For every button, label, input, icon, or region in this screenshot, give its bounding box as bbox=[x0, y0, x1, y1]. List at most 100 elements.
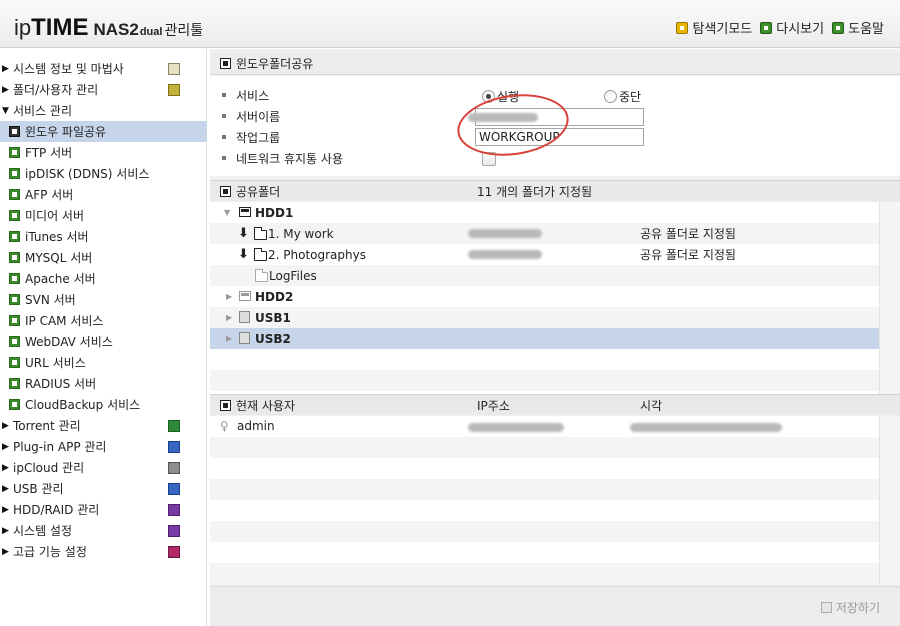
user-row-empty bbox=[210, 458, 879, 479]
service-icon bbox=[9, 168, 20, 179]
save-icon bbox=[820, 602, 832, 613]
expand-arrow-icon: ▶ bbox=[2, 441, 9, 452]
refresh-link[interactable]: 다시보기 bbox=[760, 18, 824, 37]
tree-row-empty bbox=[210, 349, 879, 370]
setting-service-row: 서비스 bbox=[222, 85, 269, 105]
download-icon: ⬇ bbox=[238, 247, 249, 262]
sidebar-item-svn[interactable]: SVN 서버 bbox=[0, 289, 207, 310]
user-icon bbox=[220, 399, 231, 411]
tree-row-usb1[interactable]: ▶ USB1 bbox=[210, 307, 879, 328]
sidebar-item-label: HDD/RAID 관리 bbox=[13, 503, 100, 517]
tree-row-name: LogFiles bbox=[269, 268, 317, 283]
tree-row-my-work[interactable]: ⬇ 1. My work 공유 폴더로 지정됨 bbox=[210, 223, 879, 244]
tree-row-name: 1. My work bbox=[268, 226, 334, 241]
user-row-empty bbox=[210, 500, 879, 521]
sidebar-item-label: 미디어 서버 bbox=[25, 209, 85, 223]
sidebar-item-label: 윈도우 파일공유 bbox=[25, 125, 107, 139]
tree-row-name: HDD2 bbox=[255, 289, 294, 304]
advanced-settings-icon bbox=[168, 545, 180, 558]
setting-server-name-row: 서버이름 bbox=[222, 106, 280, 126]
sidebar-item-system-info[interactable]: ▶ 시스템 정보 및 마법사 bbox=[0, 58, 207, 79]
sidebar-item-folder-user[interactable]: ▶ 폴더/사용자 관리 bbox=[0, 79, 207, 100]
sidebar-item-itunes[interactable]: iTunes 서버 bbox=[0, 226, 207, 247]
tree-scrollbar[interactable] bbox=[879, 202, 900, 395]
window-share-icon bbox=[220, 58, 231, 69]
sidebar-item-mysql[interactable]: MYSQL 서버 bbox=[0, 247, 207, 268]
sidebar-item-advanced[interactable]: ▶ 고급 기능 설정 bbox=[0, 541, 207, 562]
expand-arrow-icon: ▶ bbox=[2, 504, 9, 515]
bullet-icon bbox=[222, 156, 226, 160]
folder-icon bbox=[254, 227, 267, 240]
download-icon: ⬇ bbox=[238, 226, 249, 241]
service-icon bbox=[9, 231, 20, 242]
sidebar-item-media[interactable]: 미디어 서버 bbox=[0, 205, 207, 226]
sidebar-item-ipcam[interactable]: IP CAM 서비스 bbox=[0, 310, 207, 331]
chart-icon bbox=[168, 62, 180, 75]
expand-arrow-icon: ▶ bbox=[2, 483, 9, 494]
usb-drive-icon bbox=[239, 332, 250, 344]
expand-arrow-icon: ▶ bbox=[2, 546, 9, 557]
expand-arrow-icon: ▶ bbox=[2, 420, 9, 431]
help-link[interactable]: 도움말 bbox=[832, 18, 884, 37]
stop-label: 중단 bbox=[619, 90, 642, 104]
sidebar-item-label: Plug-in APP 관리 bbox=[13, 440, 107, 454]
sidebar-item-service-mgmt[interactable]: ▼ 서비스 관리 bbox=[0, 100, 207, 121]
usb-drive-icon bbox=[239, 311, 250, 323]
bullet-icon bbox=[222, 93, 226, 97]
save-button[interactable]: 저장하기 bbox=[820, 599, 880, 616]
service-icon bbox=[9, 315, 20, 326]
tree-row-name: 2. Photographys bbox=[268, 247, 366, 262]
time-col-label: 시각 bbox=[640, 398, 663, 413]
folder-icon bbox=[255, 269, 268, 282]
radio-unchecked-icon bbox=[604, 90, 617, 103]
shared-folder-header: 공유폴더 11 개의 폴더가 지정됨 bbox=[210, 180, 900, 201]
sidebar-item-plugin-app[interactable]: ▶ Plug-in APP 관리 bbox=[0, 436, 207, 457]
hdd-icon bbox=[239, 291, 251, 301]
footer-bar: 저장하기 bbox=[210, 586, 900, 626]
tree-row-logfiles[interactable]: LogFiles bbox=[210, 265, 879, 286]
sidebar-item-usb[interactable]: ▶ USB 관리 bbox=[0, 478, 207, 499]
sidebar-item-label: WebDAV 서비스 bbox=[25, 335, 113, 349]
service-stop-radio[interactable]: 중단 bbox=[604, 88, 641, 105]
collapse-arrow-icon: ▼ bbox=[2, 105, 9, 116]
user-row-empty bbox=[210, 542, 879, 563]
explorer-mode-link[interactable]: 탐색기모드 bbox=[676, 18, 752, 37]
tree-row-usb2[interactable]: ▶ USB2 bbox=[210, 328, 879, 349]
sidebar-item-windows-share[interactable]: 윈도우 파일공유 bbox=[0, 121, 207, 142]
tree-row-hdd2[interactable]: ▶ HDD2 bbox=[210, 286, 879, 307]
explorer-mode-label: 탐색기모드 bbox=[692, 22, 753, 37]
service-icon bbox=[9, 378, 20, 389]
sidebar-item-system-settings[interactable]: ▶ 시스템 설정 bbox=[0, 520, 207, 541]
refresh-label: 다시보기 bbox=[776, 22, 825, 37]
header-bar: ip TIME NAS2 dual 관리툴 탐색기모드 다시보기 도움말 bbox=[0, 0, 900, 48]
sidebar-item-ipdisk[interactable]: ipDISK (DDNS) 서비스 bbox=[0, 163, 207, 184]
sidebar-item-label: Apache 서버 bbox=[25, 272, 96, 286]
collapsed-arrow-icon: ▶ bbox=[226, 334, 233, 343]
help-label: 도움말 bbox=[848, 22, 884, 37]
sidebar-item-ipcloud[interactable]: ▶ ipCloud 관리 bbox=[0, 457, 207, 478]
service-icon bbox=[9, 357, 20, 368]
cloud-icon bbox=[168, 461, 180, 474]
sidebar-item-label: MYSQL 서버 bbox=[25, 251, 93, 265]
folder-user-icon bbox=[168, 83, 180, 96]
users-scrollbar[interactable] bbox=[879, 416, 900, 584]
service-icon bbox=[9, 399, 20, 410]
tree-row-photographys[interactable]: ⬇ 2. Photographys 공유 폴더로 지정됨 bbox=[210, 244, 879, 265]
user-row[interactable]: ♀ admin bbox=[210, 416, 879, 437]
shared-folder-tree: ▼ HDD1 ⬇ 1. My work 공유 폴더로 지정됨 ⬇ 2. Phot… bbox=[210, 202, 879, 395]
sidebar-item-cloudbackup[interactable]: CloudBackup 서비스 bbox=[0, 394, 207, 415]
explorer-mode-icon bbox=[676, 21, 689, 34]
sidebar-item-hdd-raid[interactable]: ▶ HDD/RAID 관리 bbox=[0, 499, 207, 520]
logo-model: NAS2 bbox=[93, 20, 139, 39]
sidebar-item-radius[interactable]: RADIUS 서버 bbox=[0, 373, 207, 394]
tree-row-hdd1[interactable]: ▼ HDD1 bbox=[210, 202, 879, 223]
sidebar-item-afp[interactable]: AFP 서버 bbox=[0, 184, 207, 205]
sidebar-item-torrent[interactable]: ▶ Torrent 관리 bbox=[0, 415, 207, 436]
sidebar-item-webdav[interactable]: WebDAV 서비스 bbox=[0, 331, 207, 352]
sidebar-item-ftp[interactable]: FTP 서버 bbox=[0, 142, 207, 163]
sidebar-item-url[interactable]: URL 서비스 bbox=[0, 352, 207, 373]
expand-arrow-icon: ▶ bbox=[2, 462, 9, 473]
logo-dual: dual bbox=[139, 26, 163, 38]
sidebar-item-apache[interactable]: Apache 서버 bbox=[0, 268, 207, 289]
save-label: 저장하기 bbox=[835, 601, 880, 615]
